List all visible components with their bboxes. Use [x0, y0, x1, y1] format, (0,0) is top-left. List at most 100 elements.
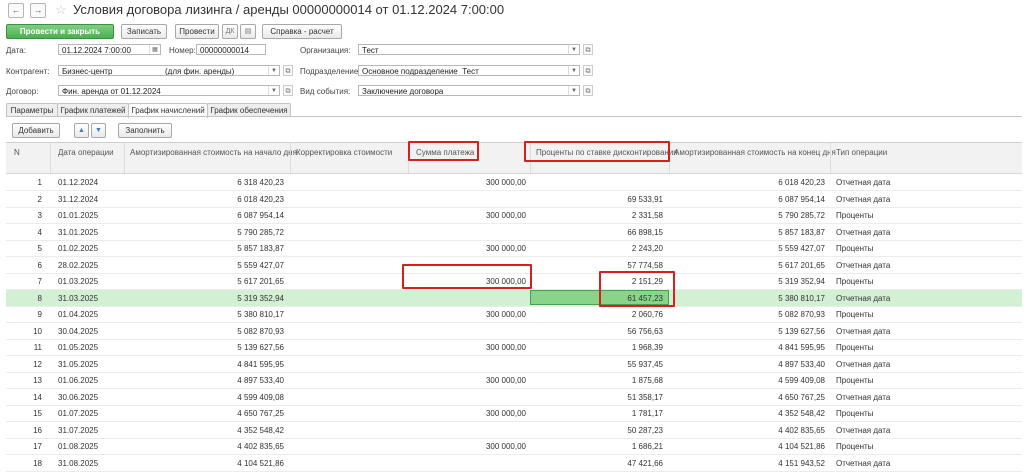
open-icon[interactable]: ⧉ [583, 85, 593, 96]
row-amort-end[interactable]: 4 841 595,95 [669, 343, 825, 352]
row-payment[interactable]: 300 000,00 [408, 178, 526, 187]
favorite-star-icon[interactable]: ☆ [55, 2, 67, 18]
tab-parameters[interactable]: Параметры [6, 103, 58, 117]
division-field[interactable]: Основное подразделение_Тест ▼ [358, 65, 580, 76]
row-amort-start[interactable]: 5 082 870,93 [124, 327, 284, 336]
dt-kt-icon[interactable]: ДК [222, 24, 238, 39]
accrual-schedule-table[interactable]: N Дата операции Амортизированная стоимос… [6, 142, 1022, 473]
row-op-type[interactable]: Отчетная дата [836, 360, 956, 369]
table-row[interactable]: 5 01.02.2025 5 857 183,87 300 000,00 2 243,2… [6, 240, 1022, 257]
row-op-type[interactable]: Проценты [836, 211, 956, 220]
row-amort-end[interactable]: 5 617 201,65 [669, 261, 825, 270]
row-amort-end[interactable]: 5 559 427,07 [669, 244, 825, 253]
row-number[interactable]: 6 [6, 261, 42, 270]
col-date-header[interactable]: Дата операции [58, 148, 114, 157]
row-date[interactable]: 01.01.2025 [58, 211, 124, 220]
row-date[interactable]: 30.06.2025 [58, 393, 124, 402]
row-payment[interactable]: 300 000,00 [408, 343, 526, 352]
row-amort-start[interactable]: 5 139 627,56 [124, 343, 284, 352]
row-interest[interactable]: 1 968,39 [530, 343, 663, 352]
date-field[interactable]: 01.12.2024 7:00:00 ▦ [58, 44, 161, 55]
table-row[interactable]: 8 31.03.2025 5 319 352,94 61 457,23 5 380 81… [6, 289, 1022, 307]
row-amort-start[interactable]: 5 559 427,07 [124, 261, 284, 270]
row-interest[interactable]: 1 686,21 [530, 442, 663, 451]
table-row[interactable]: 12 31.05.2025 4 841 595,95 55 937,45 4 897 5… [6, 356, 1022, 373]
row-op-type[interactable]: Отчетная дата [836, 294, 956, 303]
row-date[interactable]: 30.04.2025 [58, 327, 124, 336]
row-op-type[interactable]: Отчетная дата [836, 261, 956, 270]
row-number[interactable]: 8 [6, 294, 42, 303]
row-amort-end[interactable]: 6 018 420,23 [669, 178, 825, 187]
row-amort-start[interactable]: 4 402 835,65 [124, 442, 284, 451]
row-amort-start[interactable]: 4 897 533,40 [124, 376, 284, 385]
row-interest[interactable]: 50 287,23 [530, 426, 663, 435]
row-date[interactable]: 01.07.2025 [58, 409, 124, 418]
row-amort-start[interactable]: 4 104 521,86 [124, 459, 284, 468]
row-amort-end[interactable]: 5 790 285,72 [669, 211, 825, 220]
row-date[interactable]: 01.06.2025 [58, 376, 124, 385]
fill-button[interactable]: Заполнить [118, 123, 172, 138]
row-amort-start[interactable]: 6 318 420,23 [124, 178, 284, 187]
row-amort-start[interactable]: 5 857 183,87 [124, 244, 284, 253]
row-op-type[interactable]: Отчетная дата [836, 393, 956, 402]
row-payment[interactable]: 300 000,00 [408, 442, 526, 451]
row-number[interactable]: 5 [6, 244, 42, 253]
row-number[interactable]: 9 [6, 310, 42, 319]
row-number[interactable]: 7 [6, 277, 42, 286]
row-amort-end[interactable]: 5 380 810,17 [669, 294, 825, 303]
table-row[interactable]: 18 31.08.2025 4 104 521,86 47 421,66 4 151 9… [6, 455, 1022, 472]
row-interest[interactable]: 51 358,17 [530, 393, 663, 402]
number-field[interactable]: 00000000014 [196, 44, 266, 55]
row-date[interactable]: 31.01.2025 [58, 228, 124, 237]
organization-field[interactable]: Тест ▼ [358, 44, 580, 55]
row-op-type[interactable]: Проценты [836, 343, 956, 352]
col-adjust-header[interactable]: Корректировка стоимости [296, 148, 392, 157]
row-amort-start[interactable]: 4 841 595,95 [124, 360, 284, 369]
row-amort-end[interactable]: 4 402 835,65 [669, 426, 825, 435]
row-payment[interactable]: 300 000,00 [408, 244, 526, 253]
open-icon[interactable]: ⧉ [583, 65, 593, 76]
calendar-icon[interactable]: ▦ [149, 45, 160, 54]
row-date[interactable]: 01.08.2025 [58, 442, 124, 451]
table-row[interactable]: 9 01.04.2025 5 380 810,17 300 000,00 2 060,7… [6, 306, 1022, 323]
row-interest[interactable]: 69 533,91 [530, 195, 663, 204]
table-row[interactable]: 13 01.06.2025 4 897 533,40 300 000,00 1 875,… [6, 372, 1022, 389]
row-op-type[interactable]: Отчетная дата [836, 459, 956, 468]
row-amort-end[interactable]: 4 650 767,25 [669, 393, 825, 402]
chevron-down-icon[interactable]: ▼ [568, 86, 579, 95]
row-amort-start[interactable]: 4 650 767,25 [124, 409, 284, 418]
row-amort-start[interactable]: 4 599 409,08 [124, 393, 284, 402]
row-op-type[interactable]: Проценты [836, 277, 956, 286]
save-button[interactable]: Записать [121, 24, 167, 39]
row-number[interactable]: 15 [6, 409, 42, 418]
row-payment[interactable]: 300 000,00 [408, 211, 526, 220]
row-op-type[interactable]: Проценты [836, 376, 956, 385]
row-interest[interactable]: 66 898,15 [530, 228, 663, 237]
row-date[interactable]: 31.12.2024 [58, 195, 124, 204]
row-amort-start[interactable]: 5 790 285,72 [124, 228, 284, 237]
table-row[interactable]: 14 30.06.2025 4 599 409,08 51 358,17 4 650 7… [6, 389, 1022, 406]
row-date[interactable]: 31.03.2025 [58, 294, 124, 303]
row-amort-end[interactable]: 4 104 521,86 [669, 442, 825, 451]
row-op-type[interactable]: Проценты [836, 244, 956, 253]
row-number[interactable]: 4 [6, 228, 42, 237]
row-op-type[interactable]: Проценты [836, 310, 956, 319]
row-number[interactable]: 13 [6, 376, 42, 385]
row-interest[interactable]: 2 243,20 [530, 244, 663, 253]
chevron-down-icon[interactable]: ▼ [268, 66, 279, 75]
row-amort-start[interactable]: 5 617 201,65 [124, 277, 284, 286]
row-amort-end[interactable]: 5 857 183,87 [669, 228, 825, 237]
row-date[interactable]: 31.07.2025 [58, 426, 124, 435]
chevron-down-icon[interactable]: ▼ [568, 66, 579, 75]
row-number[interactable]: 12 [6, 360, 42, 369]
table-row[interactable]: 2 31.12.2024 6 018 420,23 69 533,91 6 087 95… [6, 191, 1022, 208]
table-row[interactable]: 15 01.07.2025 4 650 767,25 300 000,00 1 781,… [6, 405, 1022, 422]
row-date[interactable]: 28.02.2025 [58, 261, 124, 270]
chevron-down-icon[interactable]: ▼ [568, 45, 579, 54]
row-number[interactable]: 18 [6, 459, 42, 468]
row-amort-start[interactable]: 6 087 954,14 [124, 211, 284, 220]
row-interest[interactable]: 47 421,66 [530, 459, 663, 468]
row-date[interactable]: 01.02.2025 [58, 244, 124, 253]
row-number[interactable]: 10 [6, 327, 42, 336]
row-date[interactable]: 01.03.2025 [58, 277, 124, 286]
